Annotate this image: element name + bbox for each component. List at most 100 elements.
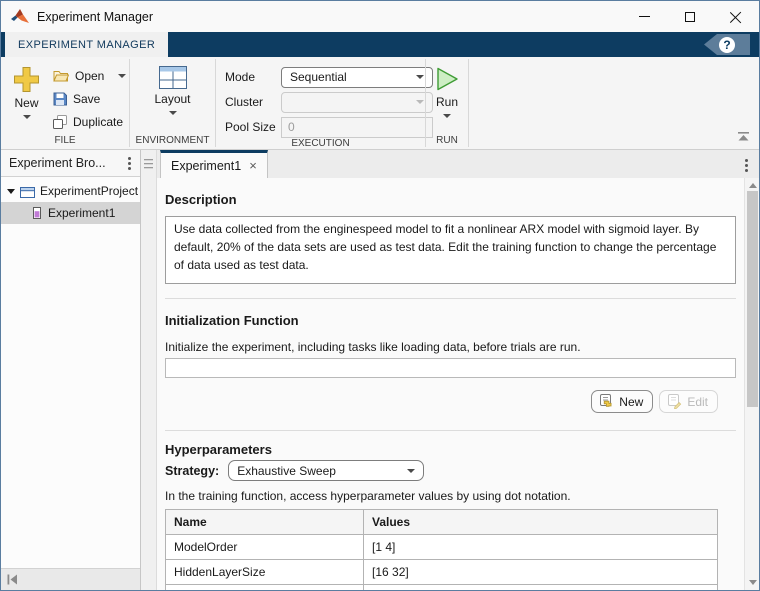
strategy-dropdown[interactable]: Exhaustive Sweep: [228, 460, 425, 481]
mode-caret-icon: [416, 75, 424, 79]
cluster-dropdown: [281, 91, 433, 113]
table-row[interactable]: HiddenLayerSize [16 32]: [165, 559, 718, 585]
vertical-scrollbar[interactable]: [744, 178, 759, 590]
column-header-name[interactable]: Name: [165, 509, 364, 535]
toolstrip-tab-bar: EXPERIMENT MANAGER ?: [1, 32, 759, 57]
collapse-ribbon-icon: [738, 132, 749, 141]
scrollbar-thumb[interactable]: [747, 191, 758, 407]
hyperparameter-values[interactable]: [1 4]: [363, 534, 718, 560]
new-dropdown-caret-icon: [22, 115, 31, 119]
collapse-panel-icon[interactable]: [7, 574, 18, 585]
collapse-expander-icon[interactable]: [7, 188, 15, 194]
save-button[interactable]: Save: [50, 87, 129, 110]
new-button[interactable]: New: [7, 64, 46, 121]
description-heading: Description: [165, 192, 237, 207]
ribbon-group-run: Run RUN: [426, 57, 468, 149]
strategy-label: Strategy:: [165, 463, 220, 478]
panel-splitter[interactable]: [141, 150, 157, 590]
toolstrip: New Open Save Duplicate FILE Layout ENVI…: [1, 57, 759, 150]
title-bar: Experiment Manager: [1, 1, 759, 32]
layout-button[interactable]: Layout: [148, 64, 196, 117]
column-header-values[interactable]: Values: [363, 509, 718, 535]
run-label: Run: [435, 95, 458, 109]
experiment-browser-header: Experiment Bro...: [1, 150, 140, 177]
project-box-icon: [20, 186, 35, 198]
splitter-grip-icon: [144, 159, 153, 169]
ribbon-group-execution: Mode Sequential Cluster Pool Size 0 EXEC…: [216, 57, 433, 149]
tree-item-experiment1[interactable]: Experiment1: [1, 202, 140, 224]
layout-dropdown-caret-icon: [168, 111, 177, 115]
matlab-logo-icon: [11, 9, 29, 23]
save-icon: [53, 92, 67, 105]
tree-item-experimentproject[interactable]: ExperimentProject: [1, 180, 140, 202]
hyperparameter-name[interactable]: HiddenLayerSize: [165, 559, 364, 585]
pool-size-field: 0: [281, 116, 433, 138]
experiment-manager-window: Experiment Manager EXPERIMENT MANAGER ? …: [0, 0, 760, 591]
scroll-up-icon: [748, 183, 757, 188]
hyperparameters-hint: In the training function, access hyperpa…: [165, 489, 571, 503]
pool-size-label: Pool Size: [225, 120, 276, 134]
open-button[interactable]: Open: [50, 64, 129, 87]
run-button[interactable]: Run: [428, 64, 466, 120]
mode-value: Sequential: [290, 70, 347, 84]
collapse-ribbon-button[interactable]: [737, 130, 750, 144]
browser-menu-button[interactable]: [122, 155, 136, 172]
maximize-icon: [685, 11, 695, 22]
minimize-icon: [638, 16, 650, 17]
layout-label: Layout: [154, 92, 191, 106]
hyperparameter-values[interactable]: [16 32]: [363, 559, 718, 585]
new-function-icon: [600, 394, 612, 407]
open-dropdown-caret-icon: [118, 73, 126, 78]
init-edit-label: Edit: [687, 394, 708, 409]
cluster-label: Cluster: [225, 95, 264, 109]
tree-item-label: ExperimentProject: [40, 184, 139, 198]
description-textarea[interactable]: Use data collected from the enginespeed …: [165, 216, 736, 284]
strategy-value: Exhaustive Sweep: [237, 463, 336, 478]
init-new-button[interactable]: New: [591, 390, 654, 413]
run-group-label: RUN: [436, 135, 458, 146]
table-header-row: Name Values: [165, 509, 718, 535]
open-folder-icon: [53, 71, 69, 82]
mode-label: Mode: [225, 70, 256, 84]
document-menu-button[interactable]: [739, 157, 753, 174]
layout-icon: [158, 66, 187, 89]
init-new-label: New: [619, 394, 644, 409]
close-button[interactable]: [713, 1, 759, 32]
minimize-button[interactable]: [621, 1, 667, 32]
tab-experiment1[interactable]: Experiment1 ×: [160, 150, 268, 178]
section-separator: [165, 298, 736, 299]
new-plus-icon: [14, 67, 39, 92]
tab-close-icon[interactable]: ×: [249, 159, 257, 172]
help-icon: ?: [719, 36, 735, 53]
strategy-caret-icon: [407, 468, 416, 473]
pool-size-value: 0: [288, 120, 295, 134]
run-play-icon: [437, 67, 458, 91]
scroll-down-button[interactable]: [745, 575, 759, 590]
save-label: Save: [73, 91, 101, 106]
experiment-icon: [33, 207, 41, 219]
tab-experiment-manager[interactable]: EXPERIMENT MANAGER: [5, 32, 169, 57]
hyperparameter-name[interactable]: ModelOrder: [165, 534, 364, 560]
file-group-label: FILE: [54, 135, 76, 146]
maximize-button[interactable]: [667, 1, 713, 32]
ribbon-group-environment: Layout ENVIRONMENT: [130, 57, 215, 149]
experiment-browser-title: Experiment Bro...: [9, 156, 106, 170]
experiment-tree: ExperimentProject Experiment1: [1, 177, 140, 568]
duplicate-button[interactable]: Duplicate: [50, 110, 129, 133]
browser-footer-bar: [1, 568, 140, 590]
initialization-hint: Initialize the experiment, including tas…: [165, 340, 581, 354]
environment-group-label: ENVIRONMENT: [135, 135, 210, 146]
section-separator: [165, 430, 736, 431]
window-title: Experiment Manager: [37, 9, 154, 24]
main-area: Experiment Bro... ExperimentProject Expe…: [1, 150, 759, 590]
duplicate-label: Duplicate: [73, 114, 124, 129]
table-row[interactable]: ModelOrder [1 4]: [165, 534, 718, 560]
hyperparameter-values[interactable]: [10 100]: [363, 584, 718, 590]
experiment-browser-panel: Experiment Bro... ExperimentProject Expe…: [1, 150, 141, 590]
ribbon-divider: [468, 59, 469, 147]
help-button[interactable]: ?: [704, 34, 750, 55]
hyperparameter-name[interactable]: SampleRate: [165, 584, 364, 590]
mode-dropdown[interactable]: Sequential: [281, 66, 433, 88]
table-row[interactable]: SampleRate [10 100]: [165, 584, 718, 590]
initialization-function-input[interactable]: [165, 358, 736, 378]
